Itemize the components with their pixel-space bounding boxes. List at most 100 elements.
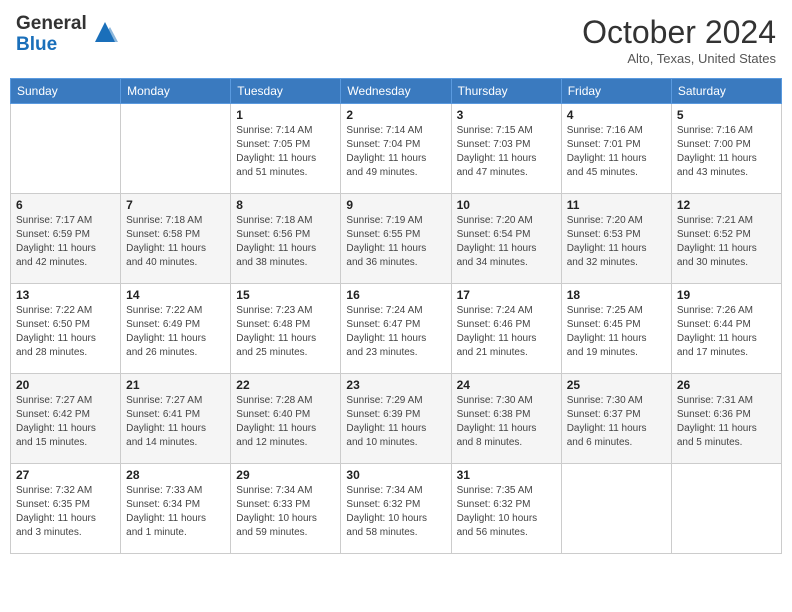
day-info: Sunrise: 7:32 AM Sunset: 6:35 PM Dayligh…	[16, 484, 115, 540]
day-info: Sunrise: 7:35 AM Sunset: 6:32 PM Dayligh…	[457, 484, 556, 540]
weekday-header: Thursday	[451, 79, 561, 104]
calendar-cell: 9 Sunrise: 7:19 AM Sunset: 6:55 PM Daylig…	[341, 194, 451, 284]
weekday-header: Wednesday	[341, 79, 451, 104]
calendar-week-row: 13 Sunrise: 7:22 AM Sunset: 6:50 PM Dayli…	[11, 284, 782, 374]
calendar-cell: 3 Sunrise: 7:15 AM Sunset: 7:03 PM Daylig…	[451, 104, 561, 194]
day-info: Sunrise: 7:29 AM Sunset: 6:39 PM Dayligh…	[346, 394, 445, 450]
day-number: 14	[126, 288, 225, 302]
calendar-cell: 7Sunrise: 7:18 AM Sunset: 6:58 PM Daylig…	[121, 194, 231, 284]
day-info: Sunrise: 7:33 AM Sunset: 6:34 PM Dayligh…	[126, 484, 225, 540]
calendar-cell: 16 Sunrise: 7:24 AM Sunset: 6:47 PM Dayli…	[341, 284, 451, 374]
calendar-week-row: 27 Sunrise: 7:32 AM Sunset: 6:35 PM Dayli…	[11, 464, 782, 554]
calendar-cell: 29Sunrise: 7:34 AM Sunset: 6:33 PM Dayli…	[231, 464, 341, 554]
day-number: 11	[567, 198, 666, 212]
day-info: Sunrise: 7:16 AM Sunset: 7:01 PM Dayligh…	[567, 124, 666, 180]
day-number: 4	[567, 108, 666, 122]
day-info: Sunrise: 7:25 AM Sunset: 6:45 PM Dayligh…	[567, 304, 666, 360]
day-number: 19	[677, 288, 776, 302]
day-info: Sunrise: 7:27 AM Sunset: 6:41 PM Dayligh…	[126, 394, 225, 450]
day-number: 29	[236, 468, 335, 482]
logo-icon	[90, 17, 120, 47]
logo: General Blue	[16, 14, 120, 56]
day-number: 9	[346, 198, 445, 212]
day-info: Sunrise: 7:24 AM Sunset: 6:46 PM Dayligh…	[457, 304, 556, 360]
day-info: Sunrise: 7:30 AM Sunset: 6:38 PM Dayligh…	[457, 394, 556, 450]
calendar-cell: 8 Sunrise: 7:18 AM Sunset: 6:56 PM Daylig…	[231, 194, 341, 284]
calendar-cell: 30Sunrise: 7:34 AM Sunset: 6:32 PM Dayli…	[341, 464, 451, 554]
day-info: Sunrise: 7:23 AM Sunset: 6:48 PM Dayligh…	[236, 304, 335, 360]
calendar-cell: 11 Sunrise: 7:20 AM Sunset: 6:53 PM Dayli…	[561, 194, 671, 284]
calendar-cell: 5 Sunrise: 7:16 AM Sunset: 7:00 PM Daylig…	[671, 104, 781, 194]
day-number: 8	[236, 198, 335, 212]
calendar-cell: 14Sunrise: 7:22 AM Sunset: 6:49 PM Dayli…	[121, 284, 231, 374]
calendar-cell: 22 Sunrise: 7:28 AM Sunset: 6:40 PM Dayli…	[231, 374, 341, 464]
day-info: Sunrise: 7:30 AM Sunset: 6:37 PM Dayligh…	[567, 394, 666, 450]
day-number: 10	[457, 198, 556, 212]
location: Alto, Texas, United States	[582, 51, 776, 66]
day-info: Sunrise: 7:18 AM Sunset: 6:56 PM Dayligh…	[236, 214, 335, 270]
calendar-cell	[671, 464, 781, 554]
day-number: 24	[457, 378, 556, 392]
day-number: 16	[346, 288, 445, 302]
day-info: Sunrise: 7:26 AM Sunset: 6:44 PM Dayligh…	[677, 304, 776, 360]
calendar-cell: 1 Sunrise: 7:14 AM Sunset: 7:05 PM Daylig…	[231, 104, 341, 194]
calendar-cell: 2 Sunrise: 7:14 AM Sunset: 7:04 PM Daylig…	[341, 104, 451, 194]
calendar-cell: 31 Sunrise: 7:35 AM Sunset: 6:32 PM Dayli…	[451, 464, 561, 554]
calendar-cell: 27 Sunrise: 7:32 AM Sunset: 6:35 PM Dayli…	[11, 464, 121, 554]
day-number: 31	[457, 468, 556, 482]
calendar-cell: 20Sunrise: 7:27 AM Sunset: 6:42 PM Dayli…	[11, 374, 121, 464]
weekday-header: Tuesday	[231, 79, 341, 104]
weekday-header: Friday	[561, 79, 671, 104]
calendar-cell: 17 Sunrise: 7:24 AM Sunset: 6:46 PM Dayli…	[451, 284, 561, 374]
weekday-header: Monday	[121, 79, 231, 104]
calendar-cell: 15 Sunrise: 7:23 AM Sunset: 6:48 PM Dayli…	[231, 284, 341, 374]
calendar-cell: 26Sunrise: 7:31 AM Sunset: 6:36 PM Dayli…	[671, 374, 781, 464]
day-number: 26	[677, 378, 776, 392]
day-number: 3	[457, 108, 556, 122]
day-info: Sunrise: 7:14 AM Sunset: 7:05 PM Dayligh…	[236, 124, 335, 180]
calendar-cell: 25 Sunrise: 7:30 AM Sunset: 6:37 PM Dayli…	[561, 374, 671, 464]
day-number: 27	[16, 468, 115, 482]
day-number: 21	[126, 378, 225, 392]
day-number: 2	[346, 108, 445, 122]
day-info: Sunrise: 7:14 AM Sunset: 7:04 PM Dayligh…	[346, 124, 445, 180]
calendar-cell: 19 Sunrise: 7:26 AM Sunset: 6:44 PM Dayli…	[671, 284, 781, 374]
day-number: 5	[677, 108, 776, 122]
day-number: 20	[16, 378, 115, 392]
day-info: Sunrise: 7:22 AM Sunset: 6:50 PM Dayligh…	[16, 304, 115, 360]
day-info: Sunrise: 7:19 AM Sunset: 6:55 PM Dayligh…	[346, 214, 445, 270]
calendar-cell	[561, 464, 671, 554]
day-number: 22	[236, 378, 335, 392]
calendar-cell: 10Sunrise: 7:20 AM Sunset: 6:54 PM Dayli…	[451, 194, 561, 284]
day-info: Sunrise: 7:28 AM Sunset: 6:40 PM Dayligh…	[236, 394, 335, 450]
calendar-cell: 24 Sunrise: 7:30 AM Sunset: 6:38 PM Dayli…	[451, 374, 561, 464]
calendar-cell: 13 Sunrise: 7:22 AM Sunset: 6:50 PM Dayli…	[11, 284, 121, 374]
day-info: Sunrise: 7:15 AM Sunset: 7:03 PM Dayligh…	[457, 124, 556, 180]
calendar-cell: 6 Sunrise: 7:17 AM Sunset: 6:59 PM Daylig…	[11, 194, 121, 284]
calendar: SundayMondayTuesdayWednesdayThursdayFrid…	[10, 78, 782, 554]
day-info: Sunrise: 7:24 AM Sunset: 6:47 PM Dayligh…	[346, 304, 445, 360]
day-number: 15	[236, 288, 335, 302]
day-info: Sunrise: 7:17 AM Sunset: 6:59 PM Dayligh…	[16, 214, 115, 270]
title-area: October 2024 Alto, Texas, United States	[582, 14, 776, 66]
day-number: 25	[567, 378, 666, 392]
day-number: 12	[677, 198, 776, 212]
day-info: Sunrise: 7:20 AM Sunset: 6:53 PM Dayligh…	[567, 214, 666, 270]
calendar-week-row: 20Sunrise: 7:27 AM Sunset: 6:42 PM Dayli…	[11, 374, 782, 464]
day-info: Sunrise: 7:21 AM Sunset: 6:52 PM Dayligh…	[677, 214, 776, 270]
day-number: 7	[126, 198, 225, 212]
calendar-cell: 28Sunrise: 7:33 AM Sunset: 6:34 PM Dayli…	[121, 464, 231, 554]
day-info: Sunrise: 7:16 AM Sunset: 7:00 PM Dayligh…	[677, 124, 776, 180]
calendar-cell: 21 Sunrise: 7:27 AM Sunset: 6:41 PM Dayli…	[121, 374, 231, 464]
day-number: 1	[236, 108, 335, 122]
calendar-cell: 23 Sunrise: 7:29 AM Sunset: 6:39 PM Dayli…	[341, 374, 451, 464]
day-number: 17	[457, 288, 556, 302]
weekday-header: Sunday	[11, 79, 121, 104]
day-number: 13	[16, 288, 115, 302]
calendar-cell	[11, 104, 121, 194]
day-number: 18	[567, 288, 666, 302]
calendar-cell: 12 Sunrise: 7:21 AM Sunset: 6:52 PM Dayli…	[671, 194, 781, 284]
day-number: 6	[16, 198, 115, 212]
day-number: 23	[346, 378, 445, 392]
header: General Blue October 2024 Alto, Texas, U…	[10, 10, 782, 70]
